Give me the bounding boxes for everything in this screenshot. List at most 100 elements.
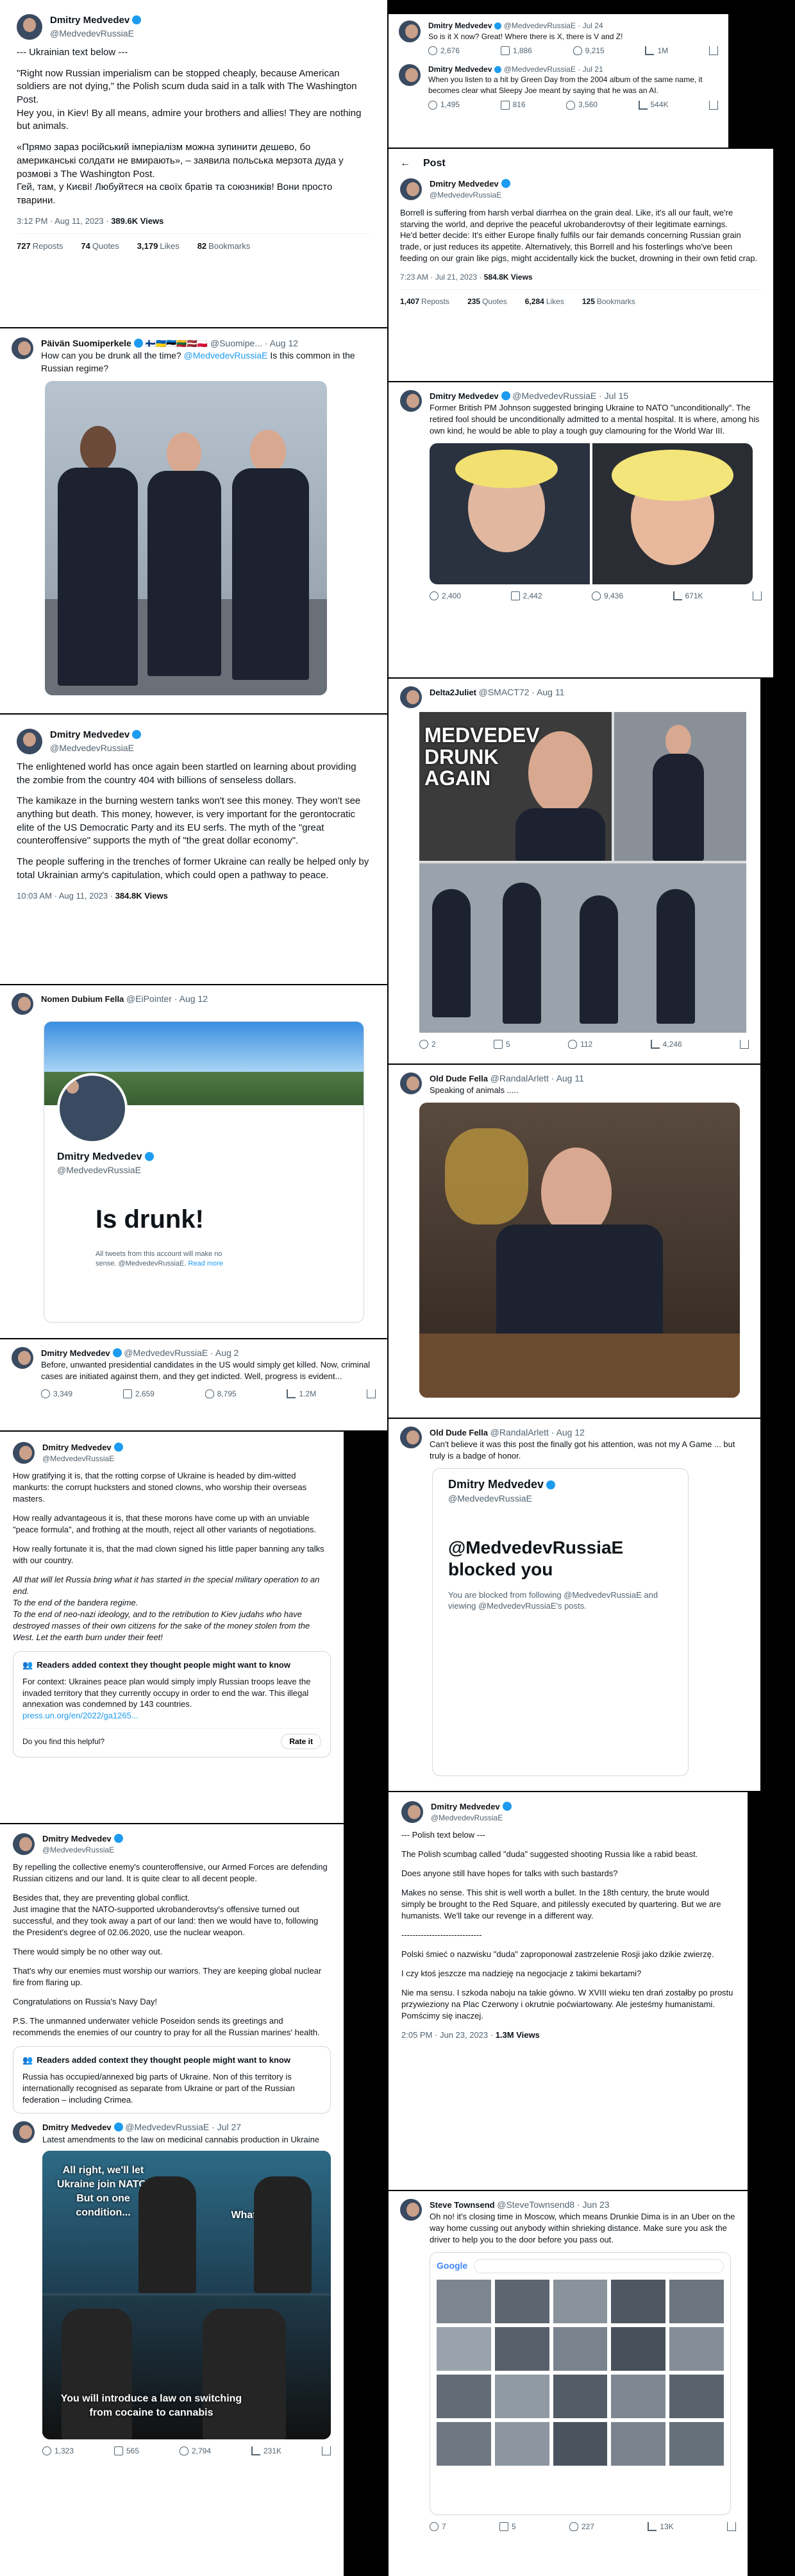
image-result[interactable]: [437, 2280, 491, 2324]
retweet-button[interactable]: 2,659: [122, 1389, 155, 1400]
author-handle[interactable]: @MedvedevRussiaE: [430, 190, 510, 201]
author-name[interactable]: Old Dude Fella: [430, 1428, 488, 1437]
timestamp[interactable]: 10:03 AM · Aug 11, 2023 ·: [17, 891, 115, 901]
avatar[interactable]: [399, 21, 421, 42]
image-result[interactable]: [437, 2375, 491, 2419]
image-result[interactable]: [494, 2422, 549, 2466]
author-name[interactable]: Nomen Dubium Fella: [41, 994, 124, 1004]
retweet-button[interactable]: 5: [499, 2521, 516, 2532]
timestamp[interactable]: 3:12 PM · Aug 11, 2023 ·: [17, 216, 111, 226]
avatar[interactable]: [17, 14, 42, 40]
author-handle[interactable]: @MedvedevRussiaE: [50, 742, 141, 754]
likes-stat[interactable]: 3,179 Likes: [137, 241, 180, 252]
likes-stat[interactable]: 6,284 Likes: [525, 296, 564, 307]
author-handle[interactable]: @MedvedevRussiaE · Jul 21: [504, 65, 603, 74]
author-handle[interactable]: @MedvedevRussiaE · Jul 27: [125, 2122, 241, 2132]
author-handle[interactable]: @MedvedevRussiaE: [431, 1813, 512, 1824]
author-name[interactable]: Dmitry Medvedev: [50, 15, 130, 26]
like-button[interactable]: 2,794: [180, 2446, 211, 2457]
rate-it-button[interactable]: Rate it: [281, 1734, 321, 1750]
share-button[interactable]: [726, 2521, 736, 2532]
avatar[interactable]: [400, 2199, 422, 2221]
avatar[interactable]: [400, 178, 422, 201]
image-result[interactable]: [611, 2422, 666, 2466]
back-button[interactable]: ←: [400, 157, 410, 171]
author-name[interactable]: Dmitry Medvedev: [428, 65, 492, 74]
author-handle[interactable]: @SMACT72 · Aug 11: [479, 687, 565, 697]
image-result[interactable]: [437, 2327, 491, 2371]
author-handle[interactable]: @MedvedevRussiaE: [50, 28, 141, 40]
author-handle[interactable]: @EiPointer · Aug 12: [126, 994, 208, 1004]
mention-link[interactable]: @MedvedevRussiaE: [184, 350, 268, 360]
like-button[interactable]: 3,560: [566, 99, 598, 110]
views-button[interactable]: 544K: [638, 99, 669, 110]
share-button[interactable]: [753, 591, 762, 602]
avatar[interactable]: [17, 729, 42, 754]
author-handle[interactable]: @Suomipe... · Aug 12: [210, 338, 298, 348]
photo-leaders[interactable]: [45, 380, 327, 695]
avatar[interactable]: [12, 1347, 33, 1369]
views-button[interactable]: 4,246: [650, 1039, 682, 1050]
author-handle[interactable]: @MedvedevRussiaE · Aug 2: [124, 1348, 238, 1358]
reply-button[interactable]: 2,400: [430, 591, 461, 602]
author-name[interactable]: Delta2Juliet: [430, 688, 476, 697]
avatar[interactable]: [400, 1427, 422, 1448]
blocked-screenshot[interactable]: Dmitry Medvedev @MedvedevRussiaE @Medved…: [432, 1468, 689, 1777]
timestamp[interactable]: 2:05 PM · Jun 23, 2023 ·: [401, 2030, 496, 2040]
reply-button[interactable]: 7: [430, 2521, 446, 2532]
views-button[interactable]: 1.2M: [287, 1389, 316, 1400]
profile-screenshot[interactable]: Dmitry Medvedev @MedvedevRussiaE Is drun…: [44, 1021, 364, 1323]
image-result[interactable]: [494, 2327, 549, 2371]
search-input[interactable]: [474, 2259, 724, 2274]
reply-button[interactable]: 1,495: [428, 99, 460, 110]
meme-cannabis[interactable]: All right, we'll let Ukraine join NATO. …: [42, 2150, 331, 2439]
avatar[interactable]: [12, 993, 33, 1015]
reply-button[interactable]: 1,323: [42, 2446, 74, 2457]
avatar[interactable]: [13, 1442, 35, 1464]
views-button[interactable]: 671K: [673, 591, 703, 602]
author-name[interactable]: Päivän Suomiperkele: [41, 338, 131, 348]
avatar[interactable]: [12, 337, 33, 359]
share-button[interactable]: [708, 46, 718, 56]
author-handle[interactable]: @MedvedevRussiaE · Jul 15: [512, 391, 628, 401]
retweet-button[interactable]: 1,886: [500, 46, 532, 56]
avatar[interactable]: [13, 2121, 35, 2144]
image-result[interactable]: [669, 2422, 724, 2466]
author-name[interactable]: Dmitry Medvedev: [42, 2123, 112, 2132]
author-name[interactable]: Dmitry Medvedev: [41, 1348, 110, 1358]
image-result[interactable]: [494, 2280, 549, 2324]
avatar[interactable]: [13, 1833, 35, 1855]
google-images-screenshot[interactable]: Google: [430, 2252, 731, 2516]
image-result[interactable]: [553, 2327, 608, 2371]
reposts-stat[interactable]: 727 Reposts: [17, 241, 63, 252]
reposts-stat[interactable]: 1,407 Reposts: [400, 296, 449, 307]
quotes-stat[interactable]: 235 Quotes: [467, 296, 507, 307]
author-name[interactable]: Dmitry Medvedev: [42, 1443, 112, 1452]
views-button[interactable]: 1M: [645, 46, 668, 56]
retweet-button[interactable]: 565: [114, 2446, 139, 2457]
image-result[interactable]: [553, 2375, 608, 2419]
author-handle[interactable]: @MedvedevRussiaE: [42, 1453, 123, 1464]
bookmarks-stat[interactable]: 82 Bookmarks: [197, 241, 251, 252]
author-name[interactable]: Dmitry Medvedev: [431, 1802, 500, 1811]
bookmarks-stat[interactable]: 125 Bookmarks: [582, 296, 635, 307]
views-button[interactable]: 231K: [251, 2446, 281, 2457]
like-button[interactable]: 227: [569, 2521, 594, 2532]
avatar[interactable]: [400, 390, 422, 412]
author-handle[interactable]: @RandalArlett · Aug 11: [490, 1073, 584, 1083]
like-button[interactable]: 8,795: [205, 1389, 237, 1400]
author-handle[interactable]: @MedvedevRussiaE · Jul 24: [504, 21, 603, 30]
author-handle[interactable]: @MedvedevRussiaE: [42, 1845, 123, 1856]
views-button[interactable]: 13K: [648, 2521, 674, 2532]
image-result[interactable]: [494, 2375, 549, 2419]
image-result[interactable]: [611, 2280, 666, 2324]
photo-johnson-right[interactable]: [592, 443, 753, 585]
retweet-button[interactable]: 2,442: [510, 591, 542, 602]
author-name[interactable]: Dmitry Medvedev: [42, 1834, 112, 1843]
read-more-link[interactable]: Read more: [188, 1260, 222, 1267]
image-result[interactable]: [437, 2422, 491, 2466]
timestamp[interactable]: 7:23 AM · Jul 21, 2023 ·: [400, 273, 484, 282]
avatar[interactable]: [400, 1072, 422, 1094]
meme-collage[interactable]: MEDVEDEV DRUNK AGAIN: [419, 712, 746, 1033]
retweet-button[interactable]: 816: [500, 99, 526, 110]
